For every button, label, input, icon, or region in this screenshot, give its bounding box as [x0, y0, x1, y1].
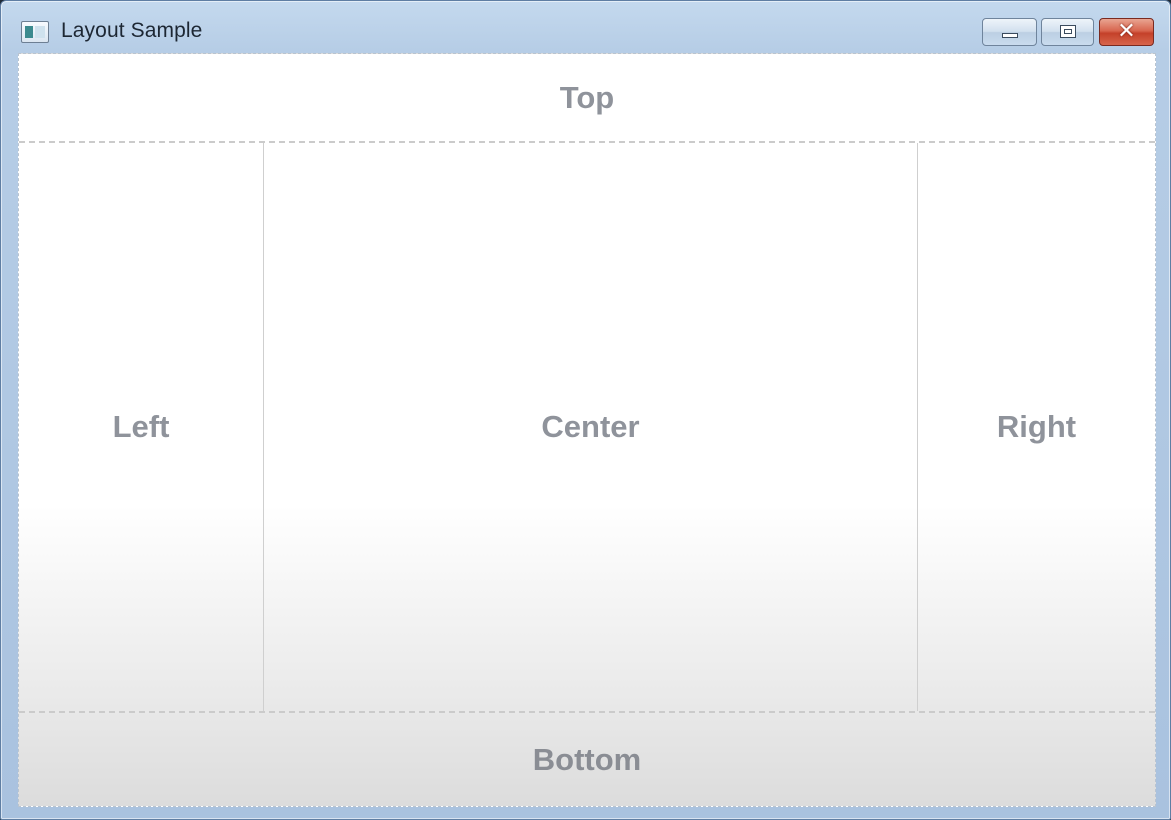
top-label: Top: [559, 79, 615, 115]
app-icon-pane-left: [25, 26, 33, 38]
right-region: Right: [917, 143, 1155, 711]
center-region: Center: [264, 143, 917, 711]
close-button[interactable]: ✕: [1099, 18, 1154, 46]
center-label: Center: [541, 409, 640, 444]
left-region: Left: [19, 143, 264, 711]
minimize-icon: [1002, 33, 1018, 38]
app-icon-pane-right: [35, 26, 45, 38]
bottom-label: Bottom: [532, 741, 642, 777]
close-icon: ✕: [1117, 19, 1136, 44]
border-layout-pane: Top Left Center Right Bottom: [18, 53, 1156, 807]
top-region: Top: [19, 54, 1155, 143]
app-window: Layout Sample ✕ Top Left Center Right Bo…: [0, 0, 1171, 820]
right-label: Right: [996, 409, 1077, 444]
app-window-icon[interactable]: [21, 21, 49, 43]
window-title: Layout Sample: [61, 19, 203, 42]
left-label: Left: [112, 409, 170, 444]
maximize-icon: [1060, 25, 1076, 38]
title-bar[interactable]: Layout Sample ✕: [1, 1, 1170, 53]
minimize-button[interactable]: [982, 18, 1037, 46]
maximize-button[interactable]: [1041, 18, 1094, 46]
bottom-region: Bottom: [19, 711, 1155, 806]
